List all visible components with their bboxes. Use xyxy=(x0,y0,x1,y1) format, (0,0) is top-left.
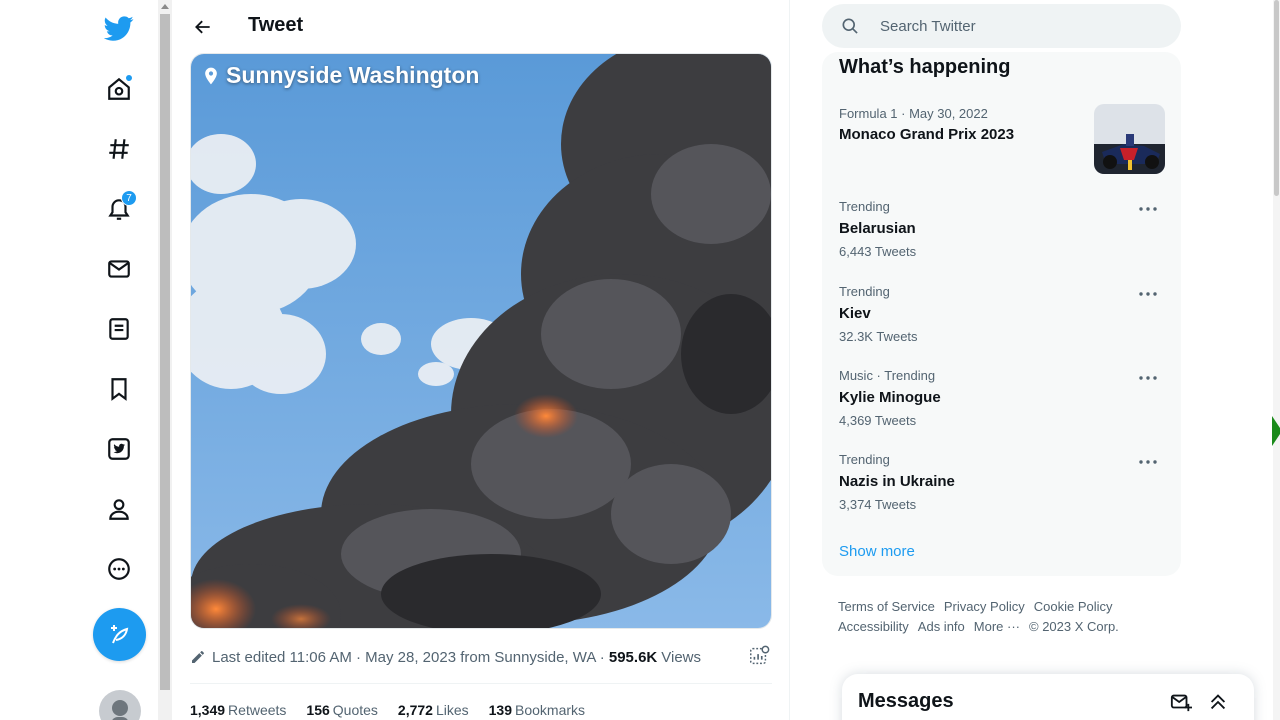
trend-item[interactable]: Trending Kiev 32.3K Tweets xyxy=(839,284,1169,344)
left-scrollbar-thumb[interactable] xyxy=(160,14,170,690)
pencil-edit-icon[interactable] xyxy=(190,649,206,665)
show-more-link[interactable]: Show more xyxy=(839,543,915,560)
trend-count: 32.3K Tweets xyxy=(839,329,918,344)
trend-name: Belarusian xyxy=(839,220,916,237)
more-options-icon[interactable] xyxy=(1135,368,1161,388)
divider xyxy=(190,683,772,684)
more-circle-icon[interactable] xyxy=(99,549,139,589)
bell-icon[interactable]: 7 xyxy=(99,189,139,229)
views-count: 595.6K xyxy=(608,648,658,666)
trend-thumbnail-image[interactable] xyxy=(1094,104,1165,174)
likes-stat[interactable]: 2,772 Likes xyxy=(398,702,469,718)
search-input[interactable]: Search Twitter xyxy=(822,4,1181,48)
trend-item[interactable]: Music · Trending Kylie Minogue 4,369 Twe… xyxy=(839,368,1169,428)
trend-category: Music · Trending xyxy=(839,368,936,383)
whats-happening-panel: What’s happening Formula 1 · May 30, 202… xyxy=(822,52,1181,576)
compose-tweet-button[interactable] xyxy=(93,608,146,661)
footer-link[interactable]: Privacy Policy xyxy=(944,597,1025,617)
avatar[interactable] xyxy=(99,690,141,720)
lists-icon[interactable] xyxy=(99,309,139,349)
hashtag-icon[interactable] xyxy=(99,129,139,169)
messages-title: Messages xyxy=(858,690,954,712)
bookmark-icon[interactable] xyxy=(99,369,139,409)
left-navigation: 7 xyxy=(0,0,158,720)
tweet-column: Tweet Sunnyside Washington Last edited 1… xyxy=(172,0,790,720)
trend-item[interactable]: Trending Belarusian 6,443 Tweets xyxy=(839,199,1169,259)
messages-drawer[interactable]: Messages xyxy=(842,674,1254,720)
copyright: © 2023 X Corp. xyxy=(1029,619,1119,634)
scroll-up-arrow-icon[interactable] xyxy=(161,4,169,9)
media-location-overlay: Sunnyside Washington xyxy=(201,62,479,89)
back-arrow-icon xyxy=(195,20,210,34)
side-tab-arrow-icon[interactable] xyxy=(1272,416,1280,446)
footer-link[interactable]: More ··· xyxy=(974,617,1020,637)
trend-count: 6,443 Tweets xyxy=(839,244,917,259)
page-title: Tweet xyxy=(248,14,304,36)
quotes-stat[interactable]: 156 Quotes xyxy=(306,702,378,718)
bookmarks-stat[interactable]: 139 Bookmarks xyxy=(489,702,585,718)
trend-name: Kylie Minogue xyxy=(839,389,941,406)
location-pin-icon xyxy=(205,67,217,84)
trend-category: Trending xyxy=(839,284,890,299)
trend-item[interactable]: Trending Nazis in Ukraine 3,374 Tweets xyxy=(839,452,1169,512)
left-scrollbar[interactable] xyxy=(158,0,172,720)
media-location-text: Sunnyside Washington xyxy=(226,62,480,88)
smoke-fire-image xyxy=(191,54,771,628)
search-icon xyxy=(842,18,858,34)
tweet-meta: Last edited 11:06 AM · May 28, 2023 from… xyxy=(190,645,772,669)
home-icon[interactable] xyxy=(99,69,139,109)
new-message-icon[interactable] xyxy=(1170,691,1192,713)
trend-category: Trending xyxy=(839,452,890,467)
tweet-header: Tweet xyxy=(172,0,790,53)
tweet-stats: 1,349 Retweets 156 Quotes 2,772 Likes 139 Bo… xyxy=(190,702,605,718)
search-placeholder: Search Twitter xyxy=(880,17,976,35)
mail-icon[interactable] xyxy=(99,249,139,289)
trend-name: Kiev xyxy=(839,305,871,322)
twitter-logo-icon[interactable] xyxy=(99,8,139,48)
profile-icon[interactable] xyxy=(99,489,139,529)
page-scrollbar[interactable] xyxy=(1273,0,1280,720)
notification-dot xyxy=(125,74,133,82)
trend-category: Trending xyxy=(839,199,890,214)
trend-count: 3,374 Tweets xyxy=(839,497,917,512)
footer-link[interactable]: Cookie Policy xyxy=(1034,597,1113,617)
more-options-icon[interactable] xyxy=(1135,452,1161,472)
footer-links: Terms of Service Privacy Policy Cookie Pol… xyxy=(838,597,1168,637)
notification-badge: 7 xyxy=(121,190,137,206)
views-label: Views xyxy=(661,648,701,666)
twitter-blue-icon[interactable] xyxy=(99,429,139,469)
page-scrollbar-thumb[interactable] xyxy=(1274,0,1279,196)
tweet-media-video[interactable]: Sunnyside Washington xyxy=(190,53,772,629)
retweets-stat[interactable]: 1,349 Retweets xyxy=(190,702,286,718)
footer-link[interactable]: Ads info xyxy=(918,617,965,637)
footer-link[interactable]: Accessibility xyxy=(838,617,909,637)
feather-plus-icon xyxy=(110,624,128,643)
expand-up-icon[interactable] xyxy=(1207,691,1229,713)
trend-name: Nazis in Ukraine xyxy=(839,473,955,490)
more-options-icon[interactable] xyxy=(1135,284,1161,304)
trends-title: What’s happening xyxy=(839,56,1011,78)
trend-count: 4,369 Tweets xyxy=(839,413,917,428)
edit-history-link[interactable]: Last edited 11:06 AM · May 28, 2023 from… xyxy=(212,649,605,666)
back-button[interactable] xyxy=(186,10,220,44)
footer-link[interactable]: Terms of Service xyxy=(838,597,935,617)
analytics-icon[interactable] xyxy=(748,645,772,669)
more-options-icon[interactable] xyxy=(1135,199,1161,219)
